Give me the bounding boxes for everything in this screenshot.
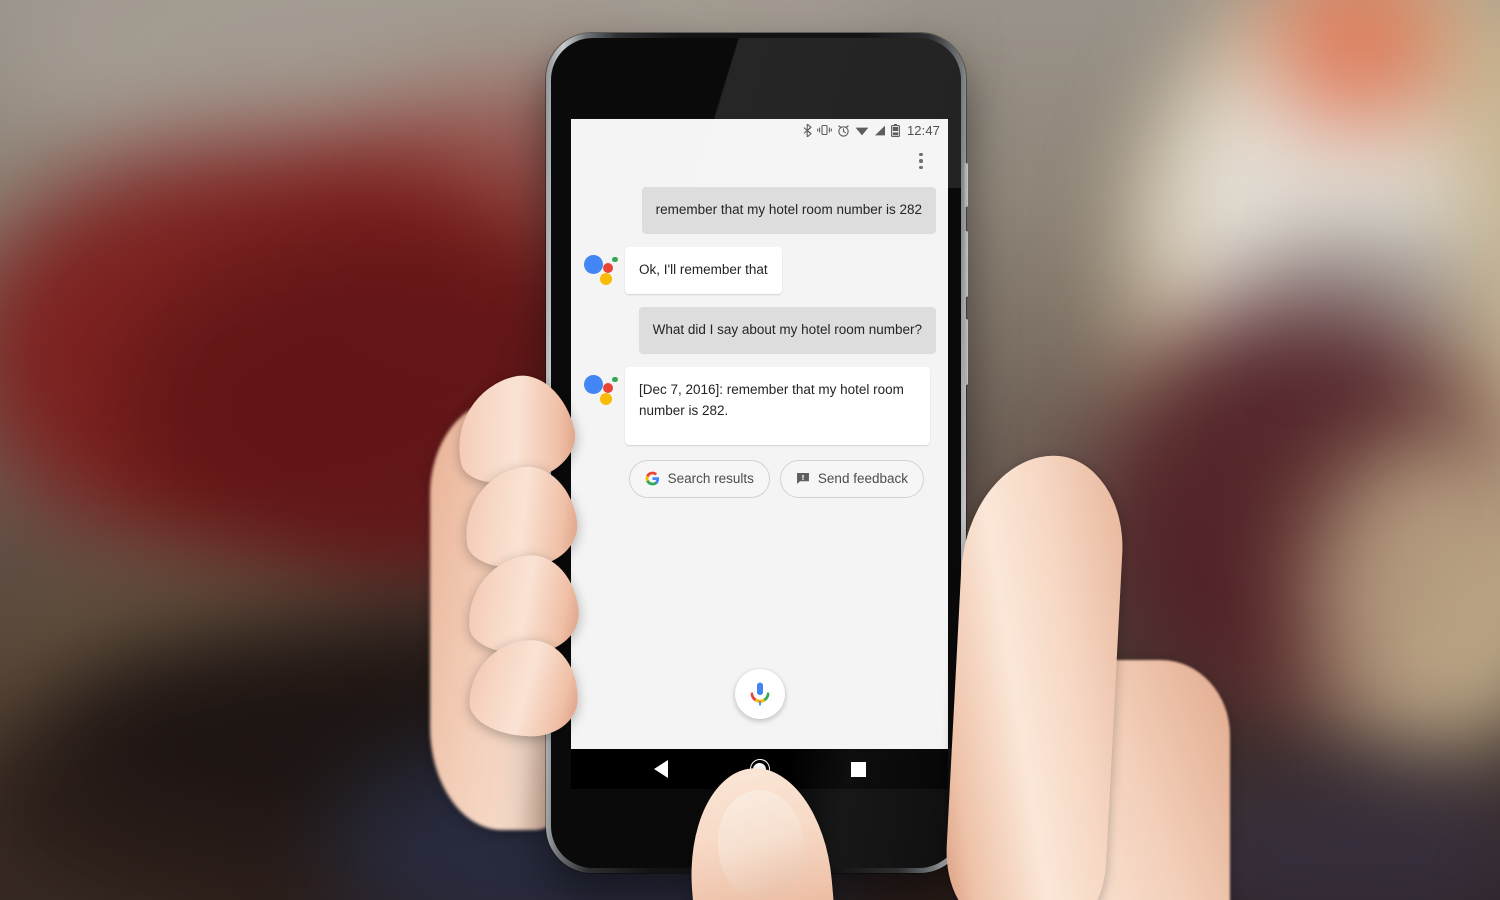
status-bar-time: 12:47	[906, 122, 940, 138]
message-row-user: What did I say about my hotel room numbe…	[583, 306, 936, 354]
assistant-dot-blue	[584, 254, 603, 274]
send-feedback-chip[interactable]: Send feedback	[779, 459, 924, 498]
wifi-icon	[855, 127, 869, 135]
nav-home-button[interactable]	[737, 749, 783, 789]
overflow-dot	[919, 165, 923, 170]
message-row-assistant: Ok, I'll remember that	[583, 246, 936, 294]
conversation-list: remember that my hotel room number is 28…	[571, 181, 948, 639]
vibrate-icon	[817, 124, 832, 136]
overflow-dot	[919, 159, 923, 163]
recents-square-icon	[851, 761, 866, 777]
google-mic-icon	[750, 682, 769, 706]
cellular-signal-icon	[874, 125, 885, 135]
alarm-icon	[838, 124, 849, 137]
search-results-chip-label: Search results	[667, 471, 754, 487]
message-row-user: remember that my hotel room number is 28…	[583, 187, 936, 234]
overflow-dot	[919, 152, 923, 157]
search-results-chip[interactable]: Search results	[628, 459, 770, 498]
android-navigation-bar	[571, 749, 948, 789]
assistant-dot-green	[612, 256, 618, 263]
nav-recents-button[interactable]	[836, 749, 882, 789]
smartphone: 12:47 remember that my hotel room number…	[546, 33, 968, 873]
assistant-dot-green	[612, 376, 618, 383]
assistant-dot-yellow	[600, 272, 612, 285]
assistant-message-bubble: Ok, I'll remember that	[625, 246, 782, 294]
send-feedback-chip-label: Send feedback	[817, 471, 908, 487]
nav-back-button[interactable]	[638, 749, 684, 789]
assistant-answer-bubble: [Dec 7, 2016]: remember that my hotel ro…	[625, 366, 930, 445]
volume-up-button[interactable]	[964, 231, 968, 297]
phone-front-face: 12:47 remember that my hotel room number…	[551, 38, 961, 868]
phone-screen: 12:47 remember that my hotel room number…	[571, 119, 948, 789]
action-chips-row: Search results Send feedback	[583, 458, 936, 498]
power-button[interactable]	[964, 163, 968, 207]
message-row-assistant: [Dec 7, 2016]: remember that my hotel ro…	[583, 366, 936, 445]
google-assistant-logo-icon	[583, 249, 618, 285]
user-message-bubble: remember that my hotel room number is 28…	[641, 187, 936, 234]
back-triangle-icon	[653, 760, 668, 778]
assistant-dot-yellow	[600, 392, 612, 405]
feedback-icon	[796, 472, 809, 484]
status-bar: 12:47	[571, 119, 948, 141]
battery-icon	[891, 123, 900, 137]
google-g-icon	[645, 471, 659, 486]
user-message-bubble: What did I say about my hotel room numbe…	[638, 306, 936, 354]
bluetooth-icon	[803, 123, 812, 137]
assistant-dot-red	[603, 382, 613, 393]
microphone-button[interactable]	[734, 669, 785, 719]
scene: 12:47 remember that my hotel room number…	[0, 0, 1500, 900]
volume-down-button[interactable]	[964, 319, 968, 385]
mic-area	[571, 639, 948, 749]
background-blob-floor-cool-right	[1140, 760, 1500, 900]
google-assistant-logo-icon	[583, 369, 618, 405]
assistant-dot-red	[603, 262, 613, 273]
home-circle-icon	[749, 759, 770, 779]
overflow-menu-icon[interactable]	[910, 150, 932, 172]
assistant-dot-blue	[584, 374, 603, 394]
app-bar	[571, 141, 948, 181]
